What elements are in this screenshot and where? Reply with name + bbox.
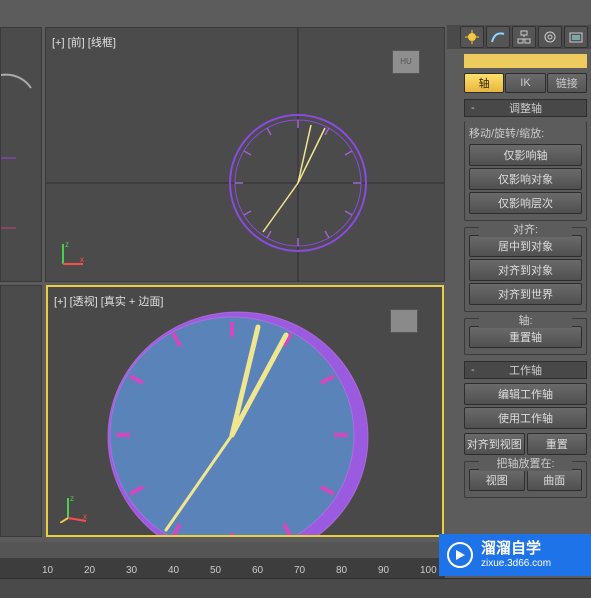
tick-80: 80 (336, 565, 347, 576)
clock-shaded (48, 287, 444, 537)
tick-70: 70 (294, 565, 305, 576)
label-move-rotate-scale: 移动/旋转/缩放: (469, 125, 582, 141)
axis-gizmo-perspective: z x (60, 493, 90, 523)
group-move-rotate-scale: 移动/旋转/缩放: 仅影响轴 仅影响对象 仅影响层次 (464, 121, 587, 221)
pivot-tab-row: 轴 IK 链接 (464, 73, 587, 93)
render-icon[interactable] (564, 26, 588, 48)
command-panel: 轴 IK 链接 - 调整轴 移动/旋转/缩放: 仅影响轴 仅影响对象 仅影响层次… (460, 50, 591, 595)
timeline: 10 20 30 40 50 60 70 80 90 100 (0, 542, 445, 578)
group-pivot: 轴: 重置轴 (464, 318, 587, 355)
group-place-pivot: 把轴放置在: 视图 曲面 (464, 461, 587, 498)
viewport-front[interactable]: [+] [前] [线框] (45, 27, 445, 282)
viewports-area: [+] [前] [线框] (0, 0, 447, 540)
btn-place-surface[interactable]: 曲面 (527, 469, 583, 491)
viewcube[interactable]: HU (392, 50, 420, 74)
tab-ik[interactable]: IK (505, 73, 545, 93)
rollup-adjust-axis[interactable]: - 调整轴 (464, 99, 587, 117)
tick-100: 100 (420, 565, 437, 576)
tick-10: 10 (42, 565, 53, 576)
svg-text:z: z (65, 240, 69, 249)
play-icon (447, 542, 473, 568)
tab-link[interactable]: 链接 (547, 73, 587, 93)
tick-40: 40 (168, 565, 179, 576)
status-bar (0, 578, 591, 598)
btn-reset-working[interactable]: 重置 (527, 433, 588, 455)
btn-only-object[interactable]: 仅影响对象 (469, 168, 582, 190)
btn-center-to-object[interactable]: 居中到对象 (469, 235, 582, 257)
btn-place-view[interactable]: 视图 (469, 469, 525, 491)
btn-align-to-object[interactable]: 对齐到对象 (469, 259, 582, 281)
svg-text:x: x (83, 512, 87, 521)
panel-color-strip (464, 54, 587, 68)
legend-place-pivot: 把轴放置在: (479, 455, 572, 471)
tick-90: 90 (378, 565, 389, 576)
btn-align-to-world[interactable]: 对齐到世界 (469, 283, 582, 305)
time-ruler[interactable]: 10 20 30 40 50 60 70 80 90 100 (0, 558, 445, 578)
schematic-icon[interactable] (512, 26, 536, 48)
btn-only-pivot[interactable]: 仅影响轴 (469, 144, 582, 166)
clock-wireframe (46, 28, 445, 282)
tick-30: 30 (126, 565, 137, 576)
group-align: 对齐: 居中到对象 对齐到对象 对齐到世界 (464, 227, 587, 312)
viewport-bottom-left[interactable] (0, 285, 42, 537)
rollup-adjust-axis-label: 调整轴 (509, 100, 542, 116)
tab-axis[interactable]: 轴 (464, 73, 504, 93)
curve-icon[interactable] (486, 26, 510, 48)
legend-pivot: 轴: (479, 312, 572, 328)
light-icon[interactable] (460, 26, 484, 48)
viewport-perspective[interactable]: [+] [透视] [真实 + 边面] (46, 285, 444, 537)
tick-60: 60 (252, 565, 263, 576)
time-slider[interactable] (0, 542, 445, 558)
watermark-url: zixue.3d66.com (481, 558, 551, 569)
btn-only-hierarchy[interactable]: 仅影响层次 (469, 192, 582, 214)
btn-reset-pivot[interactable]: 重置轴 (469, 326, 582, 348)
btn-align-to-view[interactable]: 对齐到视图 (464, 433, 525, 455)
top-toolbar (447, 25, 591, 49)
btn-use-working-pivot[interactable]: 使用工作轴 (464, 407, 587, 429)
axis-gizmo-front: z x (58, 239, 88, 269)
tick-50: 50 (210, 565, 221, 576)
legend-align: 对齐: (479, 221, 572, 237)
material-icon[interactable] (538, 26, 562, 48)
rollup-toggle-icon-2: - (471, 364, 475, 376)
rollup-toggle-icon: - (471, 102, 475, 114)
svg-text:z: z (70, 494, 74, 503)
viewport-top-left[interactable] (0, 27, 42, 282)
watermark-title: 溜溜自学 (481, 541, 551, 558)
watermark: 溜溜自学 zixue.3d66.com (439, 534, 591, 576)
viewcube-perspective[interactable] (390, 309, 418, 333)
rollup-working-pivot[interactable]: - 工作轴 (464, 361, 587, 379)
svg-text:x: x (80, 255, 84, 264)
btn-edit-working-pivot[interactable]: 编辑工作轴 (464, 383, 587, 405)
rollup-working-pivot-label: 工作轴 (509, 362, 542, 378)
tick-20: 20 (84, 565, 95, 576)
